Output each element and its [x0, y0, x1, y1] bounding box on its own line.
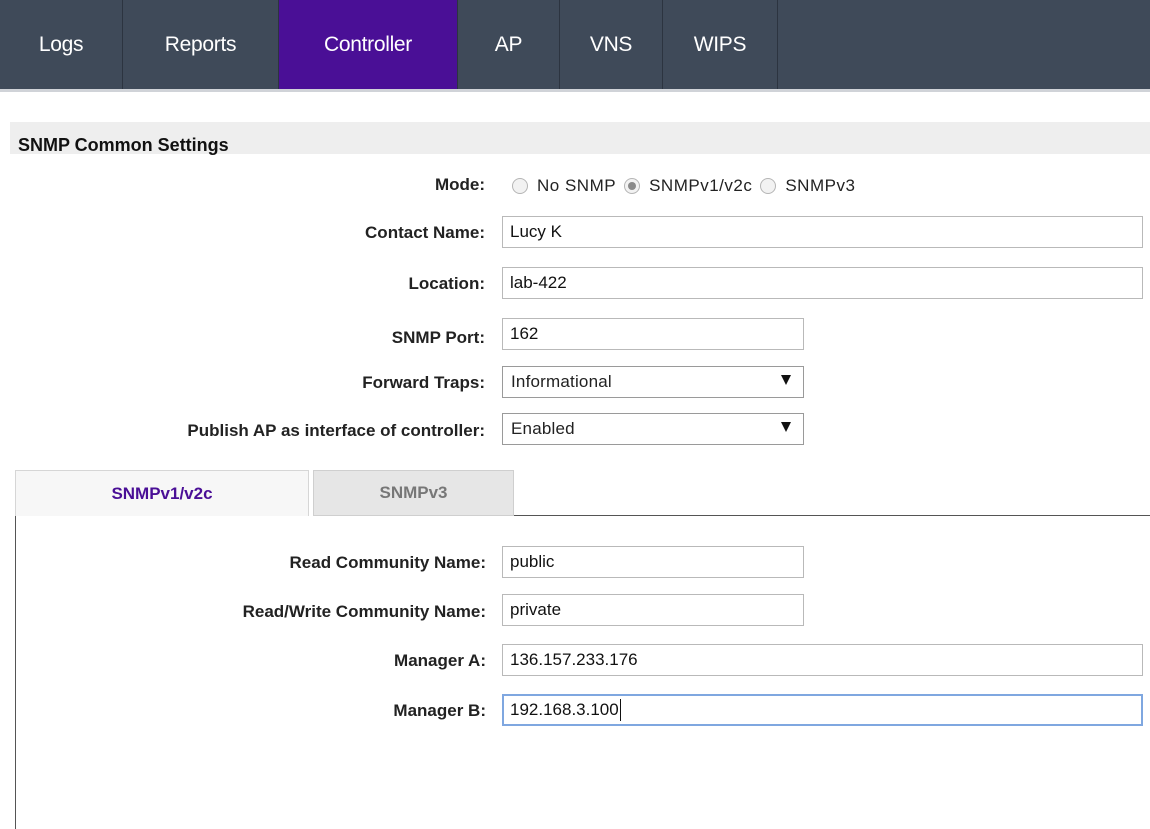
manager-b-label: Manager B: — [393, 701, 486, 720]
nav-tab-label: Controller — [323, 32, 413, 56]
mode-radio-group: No SNMP SNMPv1/v2c SNMPv3 — [512, 172, 863, 200]
manager-a-value: 136.157.233.176 — [510, 650, 638, 669]
mode-option-label: SNMPv1/v2c — [649, 176, 753, 195]
nav-tab-label: VNS — [589, 32, 633, 56]
publish-ap-label: Publish AP as interface of controller: — [187, 421, 485, 440]
read-community-field[interactable]: public — [502, 546, 804, 578]
mode-radio-snmpv3[interactable] — [760, 178, 777, 194]
text-caret — [619, 699, 621, 721]
forward-traps-label: Forward Traps: — [362, 373, 485, 392]
subtab-divider — [514, 515, 1150, 516]
nav-tab-label: AP — [494, 32, 523, 56]
mode-radio-no-snmp[interactable] — [512, 178, 528, 194]
location-value: lab-422 — [510, 273, 567, 292]
contact-name-field[interactable]: Lucy K — [502, 216, 1143, 248]
nav-tab-ap[interactable]: AP — [458, 0, 560, 89]
forward-traps-value: Informational — [511, 372, 612, 391]
snmp-port-value: 162 — [510, 324, 539, 343]
snmp-port-label: SNMP Port: — [391, 328, 485, 347]
section-title: SNMP Common Settings — [18, 135, 229, 155]
nav-tab-controller[interactable]: Controller — [279, 0, 458, 89]
mode-radio-snmpv1v2c[interactable] — [624, 178, 641, 194]
radio-selected-dot — [628, 182, 637, 190]
rw-community-label: Read/Write Community Name: — [242, 602, 486, 621]
publish-ap-value: Enabled — [511, 419, 575, 438]
mode-option-label: No SNMP — [537, 176, 617, 195]
dropdown-arrow-icon — [781, 422, 791, 432]
rw-community-field[interactable]: private — [502, 594, 804, 626]
manager-b-value: 192.168.3.100 — [510, 700, 619, 719]
dropdown-arrow-icon — [781, 375, 791, 385]
nav-tab-reports[interactable]: Reports — [123, 0, 279, 89]
manager-b-field[interactable]: 192.168.3.100 — [502, 694, 1143, 726]
section-header: SNMP Common Settings — [10, 122, 1150, 155]
top-nav: Logs Reports Controller AP VNS WIPS — [0, 0, 1150, 92]
read-community-value: public — [510, 552, 555, 571]
mode-label: Mode: — [434, 175, 485, 194]
read-community-label: Read Community Name: — [289, 553, 486, 572]
publish-ap-select[interactable]: Enabled — [502, 413, 804, 445]
subtab-snmpv3[interactable]: SNMPv3 — [313, 470, 514, 516]
contact-name-value: Lucy K — [510, 222, 562, 241]
snmp-port-field[interactable]: 162 — [502, 318, 804, 350]
nav-tab-label: Reports — [164, 32, 237, 56]
rw-community-value: private — [510, 600, 562, 619]
location-field[interactable]: lab-422 — [502, 267, 1143, 299]
manager-a-field[interactable]: 136.157.233.176 — [502, 644, 1143, 676]
manager-a-label: Manager A: — [394, 651, 486, 670]
forward-traps-select[interactable]: Informational — [502, 366, 804, 398]
nav-tab-label: WIPS — [693, 32, 747, 56]
subtab-label: SNMPv3 — [379, 483, 448, 502]
location-label: Location: — [408, 274, 486, 293]
nav-tab-logs[interactable]: Logs — [0, 0, 123, 89]
subtab-snmpv1v2c[interactable]: SNMPv1/v2c — [15, 470, 309, 516]
mode-option-label: SNMPv3 — [785, 176, 856, 195]
contact-name-label: Contact Name: — [365, 223, 485, 242]
panel-border — [15, 516, 16, 829]
nav-tab-label: Logs — [38, 32, 84, 56]
nav-tab-wips[interactable]: WIPS — [663, 0, 778, 89]
nav-tab-vns[interactable]: VNS — [560, 0, 663, 89]
subtab-label: SNMPv1/v2c — [111, 483, 213, 503]
